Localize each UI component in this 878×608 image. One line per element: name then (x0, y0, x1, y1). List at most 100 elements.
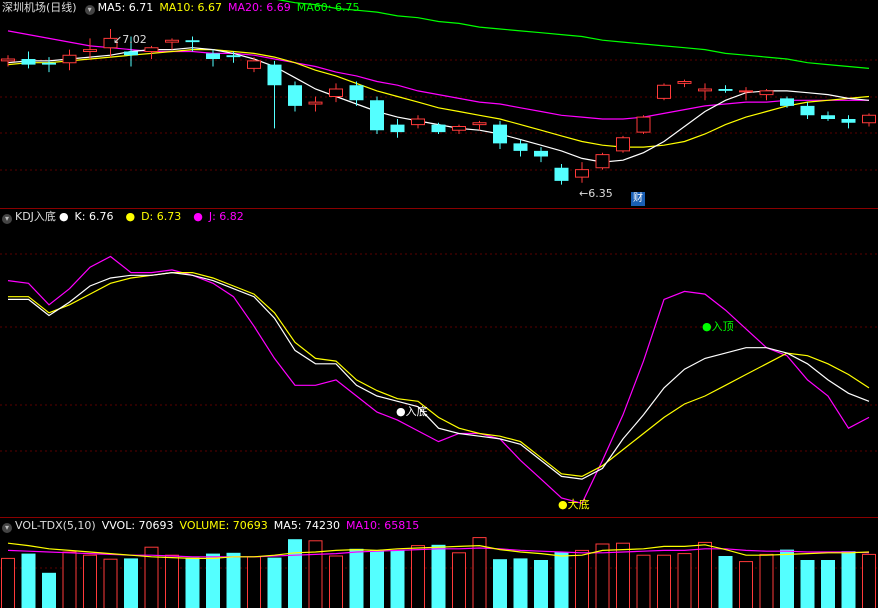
candle-body (493, 124, 507, 144)
ma60-label: MA60: 6.75 (296, 1, 360, 14)
volume-bar (431, 544, 446, 608)
ma5-label: MA5: 6.71 (97, 1, 154, 14)
candle-body (431, 124, 446, 133)
candle-body (185, 40, 200, 43)
major-bottom-signal-label: ●大底 (558, 498, 590, 511)
ma10-label: MA10: 6.67 (159, 1, 223, 14)
indicator-select-icon[interactable]: ▾ (2, 523, 12, 533)
volume-bar (206, 553, 220, 608)
volume-bar (165, 554, 179, 608)
j-dot-icon: ● (193, 210, 203, 223)
volume-bar (247, 556, 261, 608)
indicator-select-icon[interactable]: ▾ (2, 214, 12, 224)
candle-body (780, 98, 794, 106)
price-panel-header: 深圳机场(日线) ▾ MA5: 6.71 MA10: 6.67 MA20: 6.69 MA… (0, 0, 365, 15)
kdj-title: KDJ入底 (15, 210, 56, 223)
candle-body (83, 49, 97, 52)
candle-body (534, 150, 548, 157)
volume-bar (1, 557, 15, 608)
kdj-j-line (7, 255, 870, 505)
price-chart[interactable] (0, 0, 878, 208)
vol-ma5-label: MA5: 74230 (273, 519, 341, 532)
signal-dot-icon: ● (702, 320, 712, 333)
volume-panel-header: ▾ VOL-TDX(5,10) VVOL: 70693 VOLUME: 70693 MA… (0, 518, 425, 533)
candle-body (513, 143, 528, 151)
k-dot-icon: ● (58, 210, 69, 223)
volume-bar (698, 541, 712, 608)
candle-body (636, 116, 651, 133)
candle-body (759, 90, 774, 96)
volume-bar (349, 548, 364, 608)
candle-body (575, 169, 589, 178)
volume-bar (308, 540, 323, 608)
top-signal-label: ●入顶 (702, 320, 734, 333)
candle-body (841, 119, 856, 123)
volume-bar (534, 560, 548, 608)
candle-body (308, 101, 323, 105)
volume-bar (780, 549, 794, 608)
volume-bar (62, 551, 77, 608)
price-panel[interactable]: 深圳机场(日线) ▾ MA5: 6.71 MA10: 6.67 MA20: 6.69 MA… (0, 0, 878, 208)
volume-bar (554, 552, 569, 608)
candle-body (165, 39, 179, 43)
k-label: ● K: 6.76 (58, 210, 114, 223)
volume-bar (370, 550, 384, 608)
candle-body (698, 88, 712, 92)
volume-bar (329, 555, 343, 608)
candle-body (657, 84, 671, 99)
stock-title: 深圳机场(日线) (2, 1, 77, 14)
j-label: ● J: 6.82 (193, 210, 244, 223)
kdj-panel-header: ▾ KDJ入底 ● K: 6.76 ● D: 6.73 ● J: 6.82 (0, 209, 256, 224)
high-price-label: ↙7.02 (113, 33, 147, 46)
d-dot-icon: ● (125, 210, 136, 223)
signal-dot-icon: ● (558, 498, 568, 511)
volume-bar (42, 572, 56, 608)
candle-body (226, 55, 241, 58)
candle-body (411, 118, 425, 126)
low-price-label: ←6.35 (579, 187, 613, 200)
volume-bar (226, 552, 241, 608)
candle-body (739, 90, 753, 93)
candle-body (267, 64, 282, 86)
indicator-select-icon[interactable]: ▾ (84, 5, 95, 15)
candle-body (390, 124, 405, 133)
volume-bar (821, 560, 835, 608)
candle-body (349, 85, 364, 101)
candle-body (62, 54, 77, 64)
vol-title: VOL-TDX(5,10) (15, 519, 96, 532)
ma5-line (7, 47, 870, 163)
candle-body (472, 122, 487, 126)
candle-body (862, 114, 876, 124)
kdj-chart[interactable] (0, 209, 878, 517)
candle-body (821, 115, 835, 119)
kdj-panel[interactable]: ▾ KDJ入底 ● K: 6.76 ● D: 6.73 ● J: 6.82 ●入底 ●大底 ●… (0, 209, 878, 517)
volume-bar (862, 553, 876, 608)
candle-body (595, 154, 610, 169)
candle-body (616, 137, 630, 152)
kdj-d-line (8, 271, 870, 478)
candle-body (677, 81, 692, 84)
candle-body (800, 105, 815, 116)
volume-bar (759, 553, 774, 608)
candle-body (247, 60, 261, 69)
vol-ma10-label: MA10: 65815 (346, 519, 420, 532)
volume-bar (841, 551, 856, 608)
volume-panel[interactable]: ▾ VOL-TDX(5,10) VVOL: 70693 VOLUME: 70693 MA… (0, 518, 878, 608)
finance-badge[interactable]: 财 (631, 192, 645, 206)
candle-body (452, 126, 466, 131)
candle-body (554, 167, 569, 181)
signal-dot-icon: ● (396, 405, 406, 418)
volume-bar (718, 556, 733, 608)
volume-bar (739, 561, 753, 608)
volume-bar (103, 558, 118, 608)
candle-body (288, 85, 302, 106)
volume-label: VOLUME: 70693 (179, 519, 268, 532)
candle-body (42, 62, 56, 65)
candle-body (124, 51, 138, 56)
volume-bar (657, 554, 671, 608)
volume-bar (493, 559, 507, 608)
volume-bar (185, 557, 200, 608)
volume-bar (513, 558, 528, 608)
volume-bar (124, 558, 138, 608)
candle-body (1, 58, 15, 62)
